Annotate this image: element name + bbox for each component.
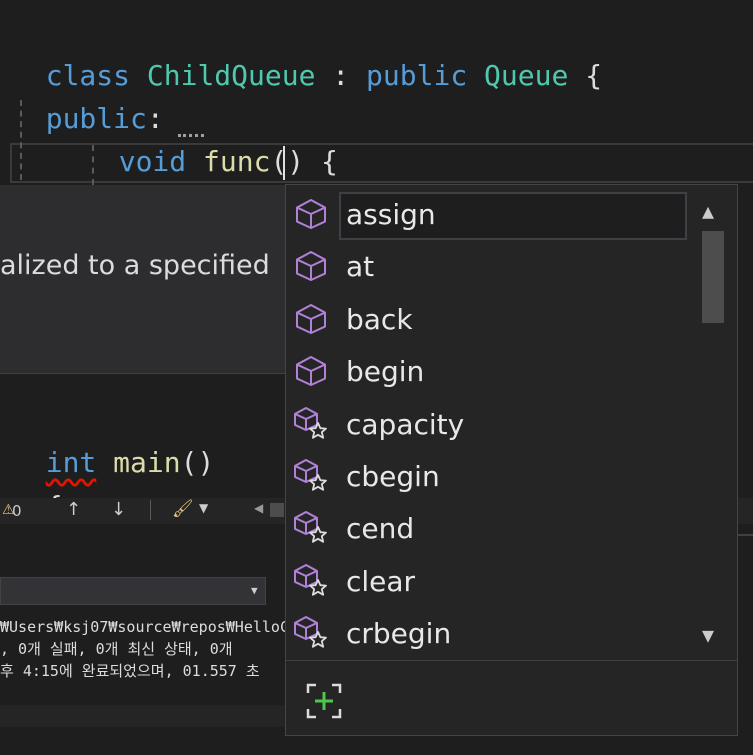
warning-count: 0 <box>12 502 22 520</box>
horizontal-scrollbar[interactable] <box>0 705 285 727</box>
completion-item-label: cend <box>346 512 415 546</box>
text-caret <box>283 146 285 180</box>
toolbar-divider <box>150 500 151 520</box>
horizontal-scroll-thumb[interactable] <box>270 503 284 517</box>
completion-item[interactable]: crbegin <box>286 608 690 660</box>
indent-guide <box>20 100 22 180</box>
member-icon <box>296 303 326 334</box>
output-line: ₩Users₩ksj07₩source₩repos₩HelloC <box>0 618 289 636</box>
punctuation: : <box>315 59 367 92</box>
class-name: ChildQueue <box>146 59 316 92</box>
code-line-brace: { <box>12 444 63 523</box>
indent-guide <box>92 145 94 185</box>
scroll-down-icon[interactable]: ▼ <box>702 623 714 647</box>
scroll-up-icon[interactable]: ▲ <box>702 199 714 223</box>
completion-scroll-thumb[interactable] <box>702 231 724 323</box>
code-line-public: public: <box>12 56 164 135</box>
arrow-up-icon[interactable]: ↑ <box>66 499 81 520</box>
completion-item[interactable]: clear <box>286 556 690 608</box>
intellisense-completion-list[interactable]: assign at back begin capacity cbegin cend clear… <box>285 184 738 661</box>
completion-item[interactable]: assign <box>286 189 690 241</box>
punctuation: () <box>180 446 215 479</box>
member-icon <box>296 251 326 282</box>
completion-item-label: cbegin <box>346 460 440 493</box>
completion-item-label: begin <box>346 355 425 389</box>
chevron-down-icon: ▼ <box>251 584 258 597</box>
current-line-highlight <box>10 143 753 183</box>
code-line-this[interactable]: this -> <box>157 142 309 221</box>
tooltip-text: alized to a specified <box>0 250 270 281</box>
member-icon <box>296 356 326 387</box>
completion-item-label: clear <box>346 564 416 598</box>
code-cleanup-brush-icon[interactable]: 🖌 <box>172 499 194 519</box>
inherited-member-icon <box>294 459 327 491</box>
code-line-main: int main() <box>12 400 215 479</box>
inherited-member-icon <box>294 511 327 544</box>
keyword: public <box>366 59 468 92</box>
inherited-member-icon <box>294 616 327 648</box>
member-icon <box>296 199 326 229</box>
output-line: 후 4:15에 완료되었으며, 01.557 초 <box>0 662 260 680</box>
suggestion-dots <box>178 134 204 141</box>
chevron-down-icon[interactable]: ▼ <box>199 501 208 515</box>
code-line-class: class ChildQueue : public Queue { <box>12 13 602 92</box>
completion-item-label: assign <box>346 198 436 231</box>
completion-footer <box>285 660 738 736</box>
arrow-down-icon[interactable]: ↓ <box>111 499 126 520</box>
completion-item[interactable]: begin <box>286 346 690 398</box>
output-source-dropdown[interactable]: ▼ <box>0 577 266 605</box>
scroll-left-icon[interactable]: ◀ <box>254 501 263 515</box>
completion-item[interactable]: capacity <box>286 399 690 451</box>
completion-item-label: back <box>346 302 413 336</box>
punctuation: { <box>568 59 603 92</box>
expand-filter-icon[interactable] <box>306 683 342 719</box>
completion-item[interactable]: back <box>286 294 690 346</box>
completion-item-label: at <box>346 250 375 284</box>
completion-item[interactable]: at <box>286 241 690 293</box>
inherited-member-icon <box>294 406 327 439</box>
base-class-name: Queue <box>484 59 569 92</box>
output-line: , 0개 실패, 0개 최신 상태, 0개 <box>0 640 233 658</box>
inherited-member-icon <box>294 563 327 596</box>
code-line-func: void func() { <box>85 99 338 178</box>
completion-item-label: capacity <box>346 407 465 441</box>
completion-item[interactable]: cbegin <box>286 451 690 503</box>
function-name: main <box>113 446 181 479</box>
completion-item[interactable]: cend <box>286 503 690 555</box>
completion-item-label: crbegin <box>346 617 452 651</box>
